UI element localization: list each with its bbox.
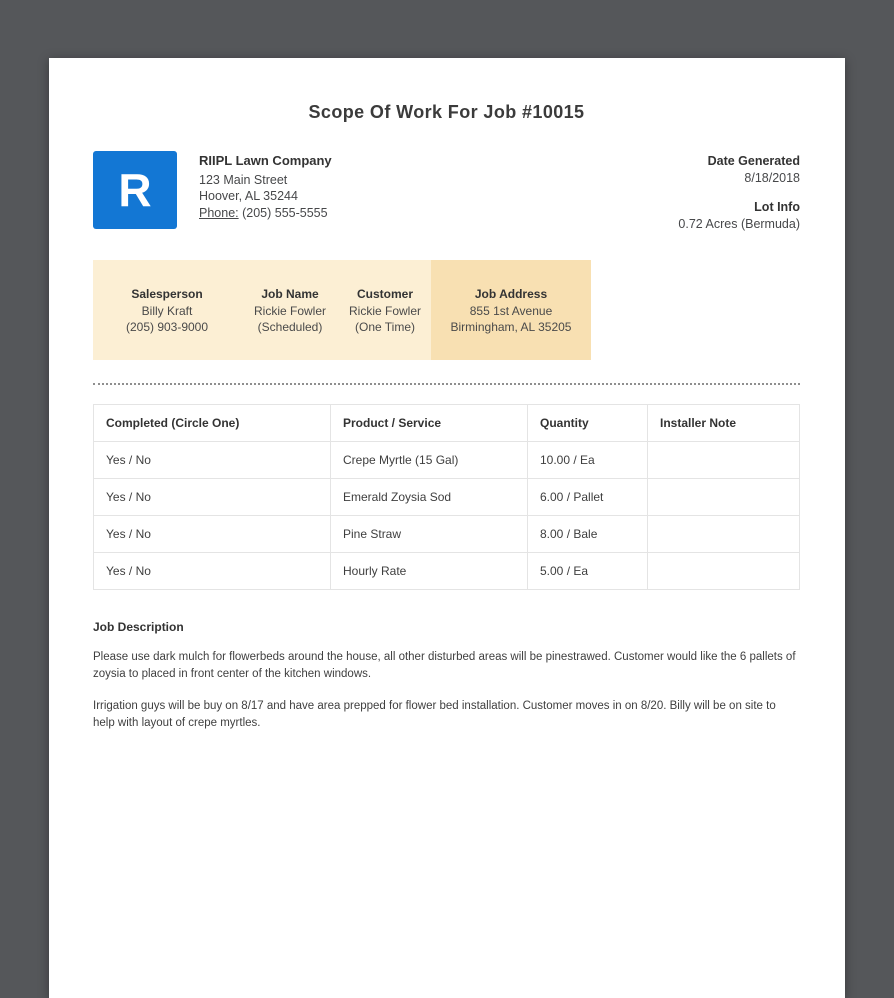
salesperson-label: Salesperson [131, 287, 203, 301]
company-info: RIIPL Lawn Company 123 Main Street Hoove… [199, 151, 332, 221]
job-address-line2: Birmingham, AL 35205 [450, 320, 572, 334]
info-col-customer: Customer Rickie Fowler (One Time) [339, 260, 431, 360]
product-cell: Pine Straw [330, 514, 528, 553]
quantity-cell: 8.00 / Bale [527, 514, 648, 553]
job-address-line1: 855 1st Avenue [469, 303, 553, 318]
lot-info-value: 0.72 Acres (Bermuda) [678, 216, 800, 231]
completed-cell: Yes / No [93, 514, 331, 553]
customer-label: Customer [356, 287, 413, 301]
completed-cell: Yes / No [93, 440, 331, 479]
quantity-cell: 10.00 / Ea [527, 440, 648, 479]
product-cell: Hourly Rate [330, 551, 528, 590]
info-col-job-name: Job Name Rickie Fowler (Scheduled) [241, 260, 339, 360]
phone-value: (205) 555-5555 [242, 205, 328, 220]
job-description-paragraph: Irrigation guys will be buy on 8/17 and … [93, 699, 776, 729]
table-row: Yes / No Crepe Myrtle (15 Gal) 10.00 / E… [93, 440, 800, 479]
quantity-cell: 6.00 / Pallet [527, 477, 648, 516]
lot-info-label: Lot Info [754, 200, 800, 214]
quantity-cell: 5.00 / Ea [527, 551, 648, 590]
job-status: (Scheduled) [257, 320, 323, 334]
installer-note-cell [647, 440, 800, 479]
job-info-bar: Salesperson Billy Kraft (205) 903-9000 J… [93, 260, 800, 360]
document-header: R RIIPL Lawn Company 123 Main Street Hoo… [93, 151, 800, 232]
installer-note-cell [647, 477, 800, 516]
company-name: RIIPL Lawn Company [199, 153, 332, 168]
customer-name: Rickie Fowler [348, 303, 421, 318]
completed-cell: Yes / No [93, 477, 331, 516]
table-header-row: Completed (Circle One) Product / Service… [93, 403, 800, 442]
job-description-heading: Job Description [93, 619, 184, 634]
company-logo: R [93, 151, 177, 229]
company-address-line1: 123 Main Street [199, 172, 288, 187]
scope-of-work-table: Completed (Circle One) Product / Service… [93, 403, 800, 590]
salesperson-name: Billy Kraft [141, 303, 193, 318]
job-description-paragraph: Please use dark mulch for flowerbeds aro… [93, 650, 796, 680]
table-row: Yes / No Pine Straw 8.00 / Bale [93, 514, 800, 553]
product-cell: Crepe Myrtle (15 Gal) [330, 440, 528, 479]
dashed-divider [93, 382, 800, 385]
date-generated-label: Date Generated [707, 154, 800, 168]
info-col-salesperson: Salesperson Billy Kraft (205) 903-9000 [93, 260, 241, 360]
job-name-value: Rickie Fowler [253, 303, 326, 318]
customer-type: (One Time) [354, 320, 415, 334]
job-address-label: Job Address [474, 287, 548, 301]
header-product-service: Product / Service [330, 403, 528, 442]
logo-letter: R [118, 164, 152, 216]
product-cell: Emerald Zoysia Sod [330, 477, 528, 516]
table-row: Yes / No Emerald Zoysia Sod 6.00 / Palle… [93, 477, 800, 516]
installer-note-cell [647, 514, 800, 553]
table-row: Yes / No Hourly Rate 5.00 / Ea [93, 551, 800, 590]
info-col-job-address: Job Address 855 1st Avenue Birmingham, A… [431, 260, 591, 360]
company-phone: Phone: (205) 555-5555 [199, 205, 332, 222]
page-title: Scope Of Work For Job #10015 [308, 102, 585, 122]
company-address-line2: Hoover, AL 35244 [199, 189, 298, 203]
header-completed: Completed (Circle One) [93, 403, 331, 442]
header-installer-note: Installer Note [647, 403, 800, 442]
header-quantity: Quantity [527, 403, 648, 442]
document-meta: Date Generated 8/18/2018 Lot Info 0.72 A… [678, 151, 800, 232]
date-generated-value: 8/18/2018 [744, 170, 800, 185]
phone-label: Phone: [199, 205, 239, 220]
salesperson-phone: (205) 903-9000 [125, 320, 209, 334]
job-name-label: Job Name [261, 287, 319, 301]
installer-note-cell [647, 551, 800, 590]
document-page: Scope Of Work For Job #10015 R RIIPL Law… [49, 58, 845, 998]
completed-cell: Yes / No [93, 551, 331, 590]
